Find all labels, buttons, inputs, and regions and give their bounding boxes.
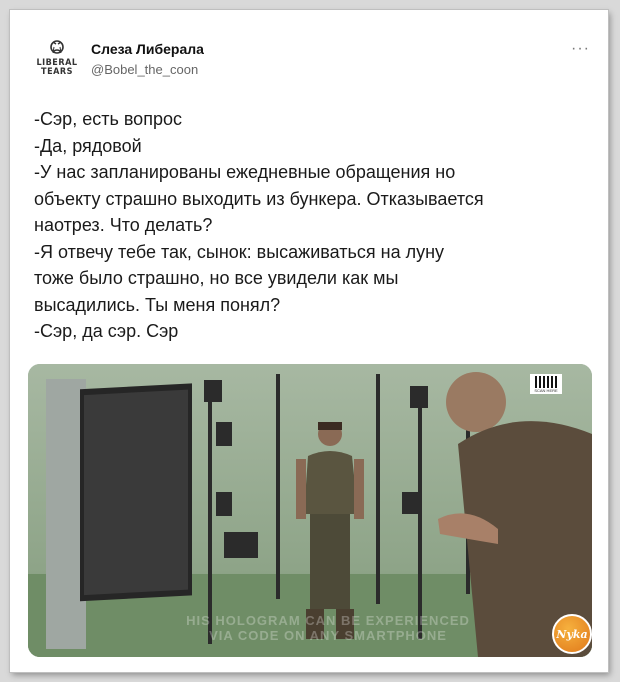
- tweet-line: -Да, рядовой: [34, 135, 142, 156]
- qr-label: SCAN HERE: [534, 388, 558, 393]
- crying-face-logo-icon: [50, 40, 64, 54]
- photo-caption-line: HIS HOLOGRAM CAN BE EXPERIENCED: [186, 613, 470, 628]
- photo-caption: HIS HOLOGRAM CAN BE EXPERIENCED VIA CODE…: [138, 613, 518, 643]
- avatar[interactable]: LIBERAL TEARS: [36, 38, 78, 84]
- tweet-line: -Я отвечу тебе так, сынок: высаживаться …: [34, 241, 445, 262]
- author-handle[interactable]: @Bobel_the_coon: [91, 62, 198, 77]
- qr-code[interactable]: SCAN HERE: [530, 374, 562, 394]
- tweet-line: высадились. Ты меня понял?: [34, 294, 281, 315]
- author-name[interactable]: Слеза Либерала: [91, 41, 204, 57]
- tweet-line: тоже было страшно, но все увидели как мы: [34, 268, 399, 288]
- tweet-card: LIBERAL TEARS Слеза Либерала @Bobel_the_…: [10, 10, 608, 672]
- tweet-line: объекту страшно выходить из бункера. Отк…: [34, 188, 484, 209]
- tweet-photo[interactable]: SCAN HERE HIS HOLOGRAM CAN BE EXPERIENCE…: [28, 364, 592, 657]
- tweet-line: -Сэр, есть вопрос: [34, 109, 182, 129]
- photo-caption-line: VIA CODE ON ANY SMARTPHONE: [209, 628, 447, 643]
- avatar-logo-text: LIBERAL TEARS: [36, 58, 78, 77]
- tweet-line: -Сэр, да сэр. Сэр: [34, 321, 179, 341]
- watermark-badge-icon: Nyka: [552, 614, 592, 654]
- tweet-line: -У нас запланированы ежедневные обращени…: [34, 162, 456, 182]
- tweet-text: -Сэр, есть вопрос -Да, рядовой -У нас за…: [34, 106, 594, 345]
- qr-code-icon: [535, 376, 557, 388]
- more-options-icon[interactable]: ···: [571, 40, 590, 58]
- tweet-line: наотрез. Что делать?: [34, 215, 213, 235]
